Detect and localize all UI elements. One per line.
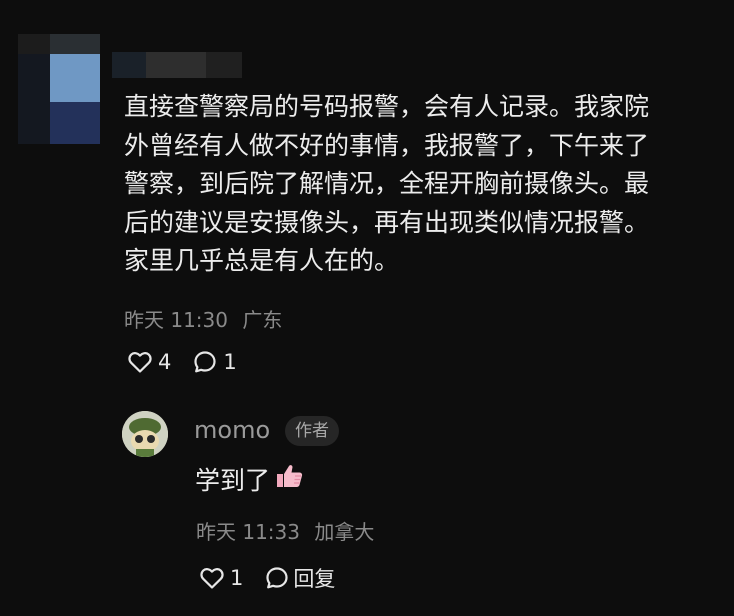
reply-location: 加拿大 xyxy=(314,520,375,544)
commenter-avatar-redacted[interactable] xyxy=(18,34,100,144)
comment-line: 家里几乎总是有人在的。 xyxy=(124,246,400,275)
comment-line: 外曾经有人做不好的事情，我报警了，下午来了 xyxy=(124,130,650,160)
reply-author-name[interactable]: momo xyxy=(194,416,270,444)
reply-time: 昨天 11:33 xyxy=(196,520,300,544)
speech-bubble-icon xyxy=(193,350,217,374)
commenter-name-redacted[interactable] xyxy=(112,52,242,78)
comment-count: 1 xyxy=(223,350,237,374)
comment-meta: 昨天 11:30 广东 xyxy=(124,304,282,333)
comment-line: 后的建议是安摄像头，再有出现类似情况报警。 xyxy=(124,207,650,237)
reply-text: 学到了 xyxy=(195,466,271,495)
comment-actions: 4 1 xyxy=(128,350,259,374)
comment-body: 直接查警察局的号码报警，会有人记录。我家院 外曾经有人做不好的事情，我报警了，下… xyxy=(124,88,724,281)
heart-icon xyxy=(200,567,224,589)
thumbs-up-icon xyxy=(274,463,304,495)
heart-icon xyxy=(128,351,152,373)
reply-meta: 昨天 11:33 加拿大 xyxy=(196,516,374,545)
comment-location: 广东 xyxy=(242,308,283,332)
comment-line: 警察，到后院了解情况，全程开胸前摄像头。最 xyxy=(124,169,650,198)
like-button[interactable]: 4 xyxy=(128,350,171,374)
comment-line: 直接查警察局的号码报警，会有人记录。我家院 xyxy=(124,92,650,121)
like-count: 4 xyxy=(158,350,172,374)
comment-button[interactable]: 1 xyxy=(193,350,237,374)
reply-body: 学到了 xyxy=(195,461,304,497)
reply-button-label: 回复 xyxy=(293,567,336,591)
reply-avatar[interactable] xyxy=(122,411,168,457)
reply-actions: 1 回复 xyxy=(200,563,357,593)
comment-time: 昨天 11:30 xyxy=(124,308,228,332)
author-badge: 作者 xyxy=(285,416,339,446)
reply-button[interactable]: 回复 xyxy=(265,563,335,593)
reply-like-button[interactable]: 1 xyxy=(200,566,243,590)
speech-bubble-icon xyxy=(265,566,289,590)
reply-like-count: 1 xyxy=(230,566,244,590)
